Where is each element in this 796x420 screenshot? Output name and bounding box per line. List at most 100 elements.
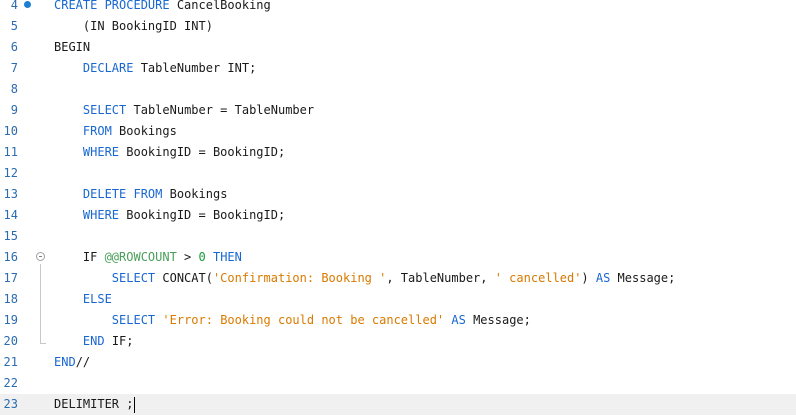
code-token: SELECT [111, 271, 156, 285]
code-token: // [75, 355, 91, 369]
code-token: SELECT [111, 313, 156, 327]
code-line[interactable]: 16 IF @@ROWCOUNT > 0 THEN [0, 247, 796, 268]
code-line[interactable]: 8 [0, 79, 796, 100]
code-token: END [54, 355, 76, 369]
code-line[interactable]: 9 SELECT TableNumber = TableNumber [0, 100, 796, 121]
code-line[interactable]: 14 WHERE BookingID = BookingID; [0, 205, 796, 226]
code-text: END IF; [54, 331, 134, 352]
text-caret [134, 396, 136, 413]
code-editor[interactable]: 4 CREATE PROCEDURE CancelBooking 5 (IN Boo… [0, 0, 796, 420]
code-text: BEGIN [54, 37, 90, 58]
code-text: DELIMITER ; [54, 394, 136, 415]
code-token: > [176, 250, 199, 264]
line-number: 12 [3, 166, 18, 180]
code-token: TableNumber INT; [133, 61, 257, 75]
code-text: (IN BookingID INT) [54, 16, 213, 37]
code-token: WHERE [82, 208, 120, 222]
code-text: SELECT CONCAT('Confirmation: Booking ', … [54, 268, 676, 289]
code-line[interactable]: 18 ELSE [0, 289, 796, 310]
code-token: ) [581, 271, 596, 285]
code-line[interactable]: 11 WHERE BookingID = BookingID; [0, 142, 796, 163]
code-token: Message; [610, 271, 676, 285]
code-line[interactable]: 22 [0, 373, 796, 394]
code-line[interactable]: 6 BEGIN [0, 37, 796, 58]
code-line-current[interactable]: 23 DELIMITER ; [0, 394, 796, 415]
code-token: DELETE FROM [82, 187, 163, 201]
code-line[interactable]: 19 SELECT 'Error: Booking could not be c… [0, 310, 796, 331]
code-token: IF; [104, 334, 134, 348]
line-number: 10 [3, 124, 18, 138]
line-number: 5 [10, 19, 18, 33]
code-line[interactable]: 17 SELECT CONCAT('Confirmation: Booking … [0, 268, 796, 289]
line-number: 23 [3, 397, 18, 411]
line-number: 6 [10, 40, 18, 54]
code-token: CancelBooking [169, 0, 271, 12]
line-number: 8 [10, 82, 18, 96]
code-line[interactable]: 13 DELETE FROM Bookings [0, 184, 796, 205]
line-number: 19 [3, 313, 18, 327]
code-line[interactable]: 7 DECLARE TableNumber INT; [0, 58, 796, 79]
code-text: WHERE BookingID = BookingID; [54, 205, 285, 226]
code-token: 'Error: Booking could not be cancelled' [162, 313, 445, 327]
line-number: 21 [3, 355, 18, 369]
code-token: 0 [198, 250, 206, 264]
code-token: IF [54, 250, 105, 264]
code-token: AS [595, 271, 611, 285]
line-number: 7 [10, 61, 18, 75]
code-token: CREATE PROCEDURE [54, 0, 170, 12]
code-line[interactable]: 4 CREATE PROCEDURE CancelBooking [0, 0, 796, 16]
code-line[interactable]: 10 FROM Bookings [0, 121, 796, 142]
code-token: 'Confirmation: Booking ' [212, 271, 387, 285]
code-text: SELECT TableNumber = TableNumber [54, 100, 314, 121]
code-line[interactable]: 12 [0, 163, 796, 184]
line-number: 13 [3, 187, 18, 201]
line-number: 14 [3, 208, 18, 222]
code-token: DECLARE [82, 61, 134, 75]
code-line[interactable]: 20 END IF; [0, 331, 796, 352]
code-line[interactable]: 5 (IN BookingID INT) [0, 16, 796, 37]
line-number: 18 [3, 292, 18, 306]
line-number: 4 [10, 0, 18, 12]
line-number: 15 [3, 229, 18, 243]
code-line[interactable]: 15 [0, 226, 796, 247]
code-token: Bookings [111, 124, 177, 138]
line-number: 22 [3, 376, 18, 390]
code-text: WHERE BookingID = BookingID; [54, 142, 285, 163]
modified-marker-icon[interactable] [24, 1, 31, 8]
line-number: 17 [3, 271, 18, 285]
code-token: BEGIN [54, 40, 91, 54]
code-token: BookingID = BookingID; [119, 208, 286, 222]
fold-collapse-icon[interactable] [36, 252, 45, 261]
code-text: END// [54, 352, 90, 373]
fold-guide-end [40, 343, 46, 344]
code-text: DECLARE TableNumber INT; [54, 58, 256, 79]
code-token: Message; [465, 313, 531, 327]
code-line[interactable]: 21 END// [0, 352, 796, 373]
code-token: ELSE [82, 292, 112, 306]
code-token: ' cancelled' [494, 271, 582, 285]
code-token: END [82, 334, 105, 348]
code-text: CREATE PROCEDURE CancelBooking [54, 0, 271, 16]
code-token: DELIMITER ; [54, 397, 134, 411]
line-number: 11 [3, 145, 18, 159]
code-token: @@ROWCOUNT [104, 250, 177, 264]
code-token: AS [451, 313, 466, 327]
fold-guide [40, 264, 41, 344]
code-text: SELECT 'Error: Booking could not be canc… [54, 310, 531, 331]
code-token: THEN [212, 250, 242, 264]
code-token: , TableNumber, [386, 271, 495, 285]
line-number: 20 [3, 334, 18, 348]
code-token: CONCAT( [155, 271, 213, 285]
code-text: IF @@ROWCOUNT > 0 THEN [54, 247, 242, 268]
line-number: 9 [10, 103, 18, 117]
